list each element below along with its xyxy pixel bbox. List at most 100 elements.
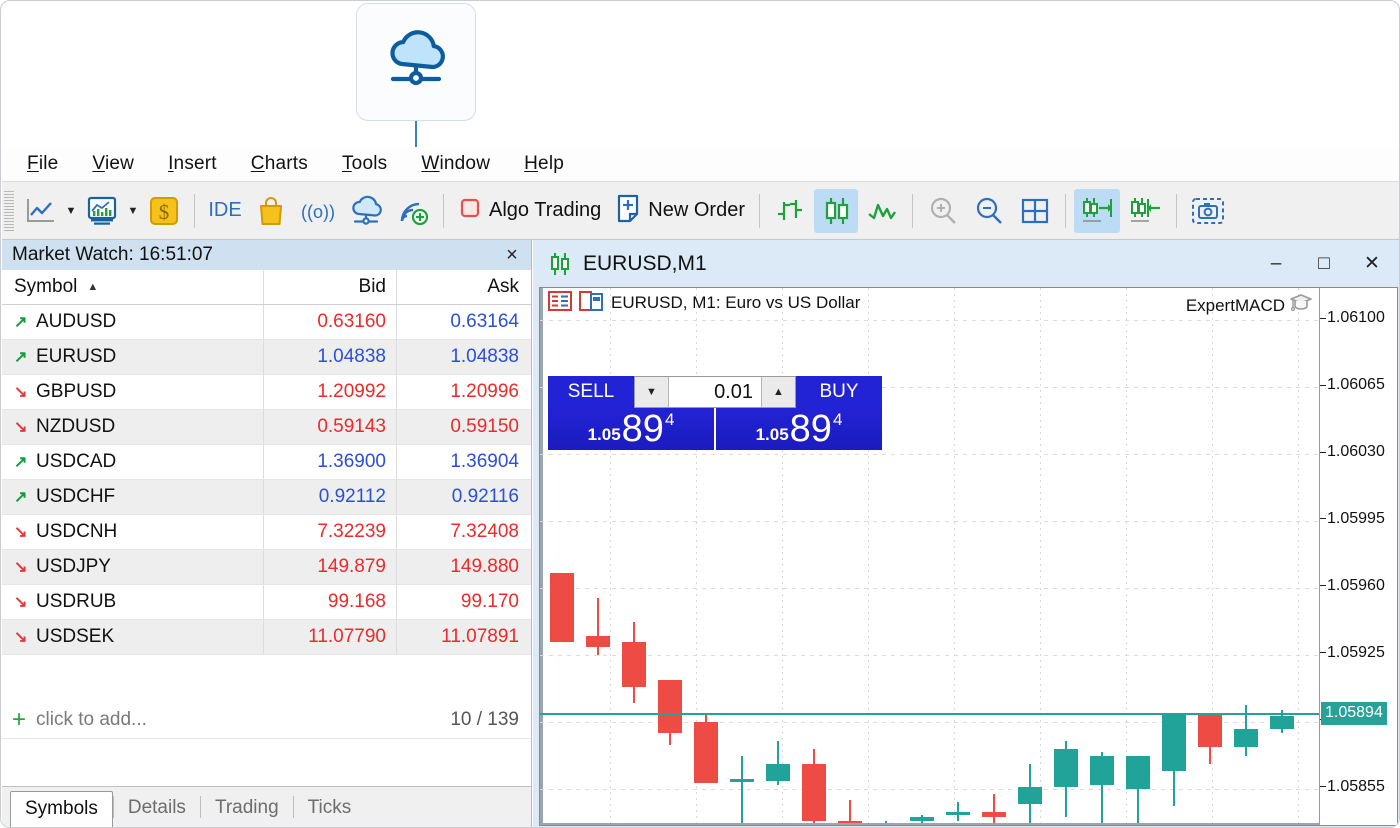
menu-item-file[interactable]: File [10,151,75,177]
screenshot-icon[interactable] [1185,189,1231,233]
tab-symbols[interactable]: Symbols [10,791,113,828]
data-window-icon[interactable] [548,291,572,316]
cell-bid: 149.879 [264,550,397,584]
tab-details[interactable]: Details [114,791,200,828]
menu-item-window[interactable]: Window [404,151,507,177]
close-icon[interactable]: × [499,244,525,267]
volume-stepper[interactable]: ▼ 0.01 ▲ [634,376,796,408]
bid-value: 7.32239 [317,521,386,543]
maximize-button[interactable]: □ [1300,244,1348,284]
ide-label: IDE [208,199,241,222]
subscribe-signal-icon[interactable] [391,189,435,233]
auto-scroll-icon[interactable] [1074,189,1120,233]
table-row[interactable]: ↘GBPUSD1.209921.20996 [2,375,531,410]
chart-dropdown-caret[interactable]: ▼ [63,189,79,233]
toolbar-separator [1176,194,1177,228]
toolbar-grip[interactable] [4,191,14,231]
algo-trading-button[interactable]: Algo Trading [451,189,608,233]
chart-price-axis[interactable]: 1.061001.060651.060301.059951.059601.059… [1319,288,1397,825]
table-row[interactable]: ↘USDRUB99.16899.170 [2,585,531,620]
sell-button[interactable]: SELL [548,376,634,408]
table-row[interactable]: ↘USDSEK11.0779011.07891 [2,620,531,655]
zoom-out-icon[interactable] [967,189,1011,233]
sell-price-fraction: 4 [665,411,674,448]
close-button[interactable]: ✕ [1348,244,1396,284]
bar-chart-icon[interactable] [768,189,812,233]
indicator-list-icon[interactable] [579,291,603,316]
sell-price-display[interactable]: 1.05 89 4 [548,408,714,450]
new-order-button[interactable]: New Order [608,189,752,233]
vertical-gridline [1298,288,1299,825]
cell-bid: 11.07790 [264,620,397,654]
symbol-name: USDCNH [36,521,117,543]
main-toolbar: ▼ ▼ $ IDE [2,182,1400,240]
add-symbol-row[interactable]: + click to add... 10 / 139 [2,703,531,739]
cell-symbol: ↘USDCNH [2,515,264,549]
table-row[interactable]: ↗USDCHF0.921120.92116 [2,480,531,515]
table-row[interactable]: ↗AUDUSD0.631600.63164 [2,305,531,340]
cell-symbol: ↗EURUSD [2,340,264,374]
candlestick-chart-icon[interactable] [814,189,858,233]
table-row[interactable]: ↗USDCAD1.369001.36904 [2,445,531,480]
market-dollar-icon[interactable]: $ [142,189,186,233]
market-bag-icon[interactable] [249,189,293,233]
candle-body [766,764,790,781]
plus-icon: + [2,708,36,732]
buy-price-display[interactable]: 1.05 89 4 [716,408,882,450]
chart-shift-icon[interactable] [1122,189,1168,233]
candle-body [1018,787,1042,804]
menu-bar: File View Insert Charts Tools Window Hel… [2,147,1400,182]
candle-body [1126,756,1150,788]
column-header-symbol[interactable]: Symbol ▲ [2,270,264,304]
ask-value: 1.36904 [450,451,519,473]
ask-value: 1.20996 [450,381,519,403]
volume-decrease-button[interactable]: ▼ [635,377,669,407]
menu-item-tools[interactable]: Tools [325,151,404,177]
zoom-in-icon[interactable] [921,189,965,233]
column-header-ask[interactable]: Ask [397,270,531,304]
menu-item-insert[interactable]: Insert [151,151,234,177]
signals-icon[interactable]: ((o)) [295,189,341,233]
menu-item-help[interactable]: Help [507,151,581,177]
cell-ask: 149.880 [397,550,531,584]
candle-body [622,642,646,688]
vertical-gridline [954,288,955,825]
ide-icon[interactable]: IDE [203,189,247,233]
tile-windows-icon[interactable] [1013,189,1057,233]
new-chart-icon[interactable] [18,189,62,233]
tab-ticks[interactable]: Ticks [294,791,366,828]
current-price-line [540,713,1319,715]
menu-item-view[interactable]: View [75,151,151,177]
table-row[interactable]: ↗EURUSD1.048381.04838 [2,340,531,375]
buy-button[interactable]: BUY [796,376,882,408]
ask-value: 99.170 [461,591,519,613]
table-row[interactable]: ↘USDJPY149.879149.880 [2,550,531,585]
tab-trading[interactable]: Trading [201,791,293,828]
chart-canvas-container[interactable]: EURUSD, M1: Euro vs US Dollar ExpertMACD [539,287,1398,826]
price-axis-tick: 1.06065 [1320,376,1385,394]
profiles-icon[interactable] [80,189,124,233]
bid-value: 11.07790 [308,626,386,648]
toolbar-separator [1065,194,1066,228]
one-click-trading-panel[interactable]: SELL ▼ 0.01 ▲ BUY 1.05 89 4 [548,376,882,450]
table-row[interactable]: ↘USDCNH7.322397.32408 [2,515,531,550]
volume-increase-button[interactable]: ▲ [761,377,795,407]
profiles-dropdown-caret[interactable]: ▼ [125,189,141,233]
candle-body [946,812,970,816]
price-axis-tick: 1.05995 [1320,510,1385,528]
symbol-name: USDCAD [36,451,116,473]
column-header-bid[interactable]: Bid [264,270,397,304]
table-row[interactable]: ↘NZDUSD0.591430.59150 [2,410,531,445]
trend-arrow-up-icon: ↗ [14,452,36,472]
horizontal-gridline [540,320,1319,321]
chart-plot-area[interactable]: EURUSD, M1: Euro vs US Dollar ExpertMACD [540,288,1319,825]
minimize-button[interactable]: – [1252,244,1300,284]
vps-cloud-icon[interactable] [343,189,389,233]
buy-price-big: 89 [789,410,833,448]
horizontal-gridline [540,521,1319,522]
volume-input[interactable]: 0.01 [669,377,761,407]
horizontal-gridline [540,789,1319,790]
menu-item-charts[interactable]: Charts [234,151,325,177]
candlestick-window-icon [547,251,573,277]
line-chart-icon[interactable] [860,189,904,233]
